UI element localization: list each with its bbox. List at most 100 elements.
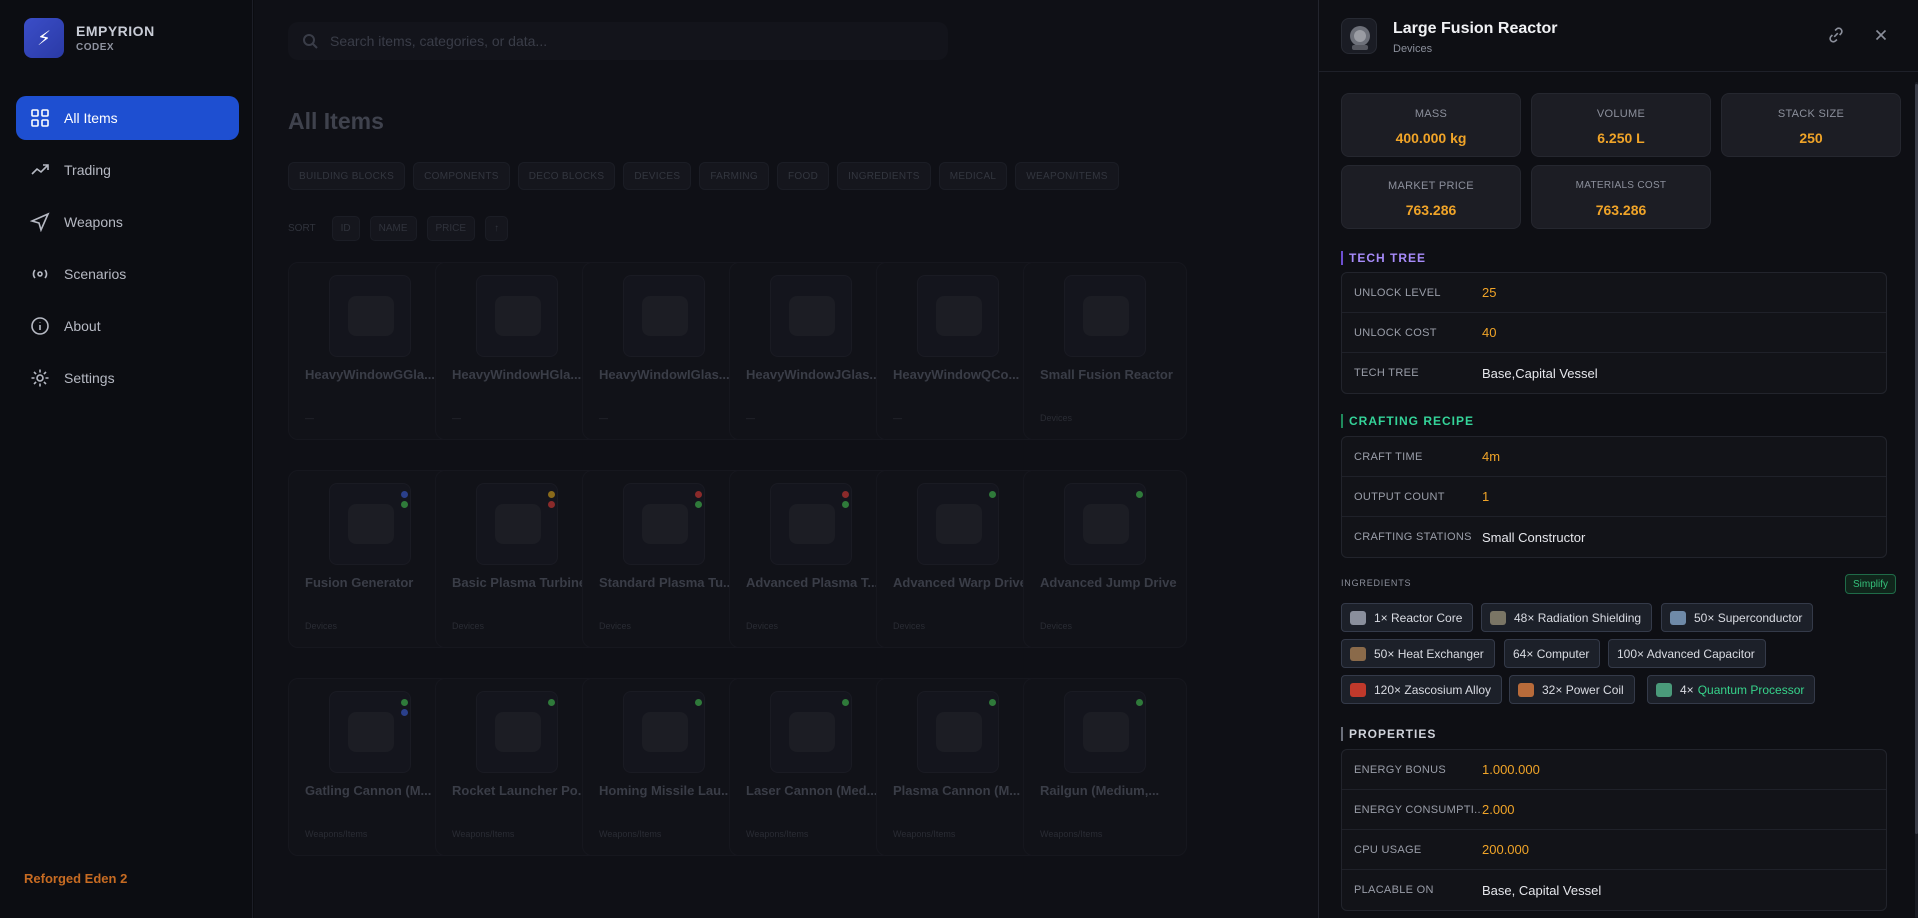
sort-price-button[interactable]: PRICE [426, 216, 476, 241]
ingredient-icon [1350, 610, 1366, 625]
brand-subtitle: CODEX [76, 42, 115, 53]
item-card[interactable]: Advanced Warp Drive Devices [876, 470, 1040, 648]
property-value: 1.000.000 [1482, 762, 1540, 777]
nav-item-weapons[interactable]: Weapons [16, 200, 239, 244]
item-thumbnail [329, 275, 411, 357]
item-card[interactable]: Small Fusion Reactor Devices [1023, 262, 1187, 440]
property-value: 2.000 [1482, 802, 1515, 817]
item-title: Large Fusion Reactor [1393, 20, 1558, 37]
stat-label: VOLUME [1596, 108, 1646, 120]
ingredient-chip[interactable]: 4× Quantum Processor [1647, 675, 1816, 704]
tech-tree-title: TECH TREE [1341, 251, 1426, 265]
item-card[interactable]: HeavyWindowHGla... — [435, 262, 599, 440]
copy-link-button[interactable] [1827, 26, 1847, 46]
search-bar[interactable]: Search items, categories, or data... [288, 22, 948, 60]
ingredient-chip[interactable]: 32× Power Coil [1509, 675, 1635, 704]
property-key: ENERGY CONSUMPTI... [1354, 803, 1482, 816]
item-card-name: HeavyWindowHGla... [452, 367, 582, 382]
sidebar-nav: All Items Trading Weapons Scenarios Abou… [16, 96, 239, 408]
nav-item-trading[interactable]: Trading [16, 148, 239, 192]
item-card-category: — [746, 413, 755, 423]
status-dot [401, 501, 408, 508]
item-card-name: Railgun (Medium,... [1040, 783, 1160, 798]
category-filter-button[interactable]: DECO BLOCKS [517, 162, 616, 190]
category-filter-button[interactable]: FOOD [777, 162, 830, 190]
ingredient-chip[interactable]: 50× Heat Exchanger [1341, 639, 1495, 668]
item-card[interactable]: HeavyWindowGGla... — [288, 262, 452, 440]
sort-name-button[interactable]: NAME [369, 216, 417, 241]
ingredient-chip[interactable]: 120× Zascosium Alloy [1341, 675, 1503, 704]
nav-label: About [64, 318, 101, 334]
close-button[interactable] [1872, 26, 1892, 46]
ingredient-icon [1670, 610, 1686, 625]
nav-item-all-items[interactable]: All Items [16, 96, 239, 140]
item-card[interactable]: Basic Plasma Turbine Devices [435, 470, 599, 648]
item-card-category: Devices [599, 621, 632, 631]
property-row: ENERGY CONSUMPTI... 2.000 [1342, 790, 1886, 830]
sort-id-button[interactable]: ID [331, 216, 360, 241]
item-card[interactable]: Gatling Cannon (M... Weapons/Items [288, 678, 452, 856]
category-filter-button[interactable]: INGREDIENTS [837, 162, 931, 190]
brand[interactable]: ⚡ EMPYRION CODEX [24, 18, 155, 58]
item-card[interactable]: HeavyWindowQCo... — [876, 262, 1040, 440]
category-filter-button[interactable]: WEAPON/ITEMS [1015, 162, 1119, 190]
item-card-category: Devices [452, 621, 485, 631]
item-card-name: Gatling Cannon (M... [305, 783, 432, 798]
ingredient-chip[interactable]: 100× Advanced Capacitor [1608, 639, 1766, 668]
nav-item-scenarios[interactable]: Scenarios [16, 252, 239, 296]
property-key: UNLOCK COST [1354, 326, 1437, 339]
item-thumbnail [917, 691, 999, 773]
category-filter-button[interactable]: FARMING [699, 162, 769, 190]
item-card[interactable]: Rocket Launcher Po... Weapons/Items [435, 678, 599, 856]
category-filter-button[interactable]: COMPONENTS [413, 162, 510, 190]
item-thumbnail [1064, 275, 1146, 357]
reactor-icon [1341, 18, 1377, 54]
item-card[interactable]: HeavyWindowJGlas... — [729, 262, 893, 440]
item-image [936, 504, 982, 544]
category-filter-button[interactable]: MEDICAL [938, 162, 1008, 190]
item-card[interactable]: Railgun (Medium,... Weapons/Items [1023, 678, 1187, 856]
category-filter-button[interactable]: DEVICES [623, 162, 692, 190]
item-image [936, 712, 982, 752]
item-card[interactable]: Advanced Plasma T... Devices [729, 470, 893, 648]
nav-item-settings[interactable]: Settings [16, 356, 239, 400]
status-dot [548, 699, 555, 706]
status-dot [989, 699, 996, 706]
ingredient-chip[interactable]: 64× Computer [1504, 639, 1601, 668]
item-card-category: — [599, 413, 608, 423]
stat-label: MARKET PRICE [1388, 180, 1474, 192]
nav-item-about[interactable]: About [16, 304, 239, 348]
item-image [789, 504, 835, 544]
item-card[interactable]: Advanced Jump Drive Devices [1023, 470, 1187, 648]
panel-header: Large Fusion Reactor Devices [1319, 0, 1918, 72]
item-thumbnail [770, 691, 852, 773]
item-thumbnail [917, 483, 999, 565]
item-card[interactable]: Plasma Cannon (M... Weapons/Items [876, 678, 1040, 856]
sort-direction-button[interactable]: ↑ [485, 216, 509, 241]
ingredient-chip[interactable]: 50× Superconductor [1661, 603, 1814, 632]
item-card-name: Advanced Jump Drive [1040, 575, 1177, 590]
item-card[interactable]: Standard Plasma Tu... Devices [582, 470, 746, 648]
nav-label: Trading [64, 162, 111, 178]
ingredient-chip[interactable]: 48× Radiation Shielding [1481, 603, 1653, 632]
item-card[interactable]: Homing Missile Lau... Weapons/Items [582, 678, 746, 856]
item-card[interactable]: Fusion Generator Devices [288, 470, 452, 648]
item-card[interactable]: Laser Cannon (Med... Weapons/Items [729, 678, 893, 856]
simplify-button[interactable]: Simplify [1845, 574, 1897, 594]
item-thumbnail [476, 483, 558, 565]
item-card-category: Weapons/Items [893, 829, 956, 839]
property-value: Base, Capital Vessel [1482, 882, 1602, 898]
item-card[interactable]: HeavyWindowIGlas... — [582, 262, 746, 440]
ingredient-chip[interactable]: 1× Reactor Core [1341, 603, 1474, 632]
category-filter-button[interactable]: BUILDING BLOCKS [288, 162, 406, 190]
status-dot [695, 501, 702, 508]
tech-tree-table: UNLOCK LEVEL 25 UNLOCK COST 40 TECH TREE Base… [1341, 272, 1887, 394]
status-dot [989, 491, 996, 498]
item-image [789, 712, 835, 752]
item-card-category: — [893, 413, 902, 423]
stat-volume: VOLUME 6.250 L [1531, 93, 1711, 157]
stat-market-price: MARKET PRICE 763.286 [1341, 165, 1521, 229]
info-icon [31, 317, 49, 335]
version-label: Reforged Eden 2 [24, 871, 128, 886]
search-input[interactable]: Search items, categories, or data... [330, 33, 547, 49]
